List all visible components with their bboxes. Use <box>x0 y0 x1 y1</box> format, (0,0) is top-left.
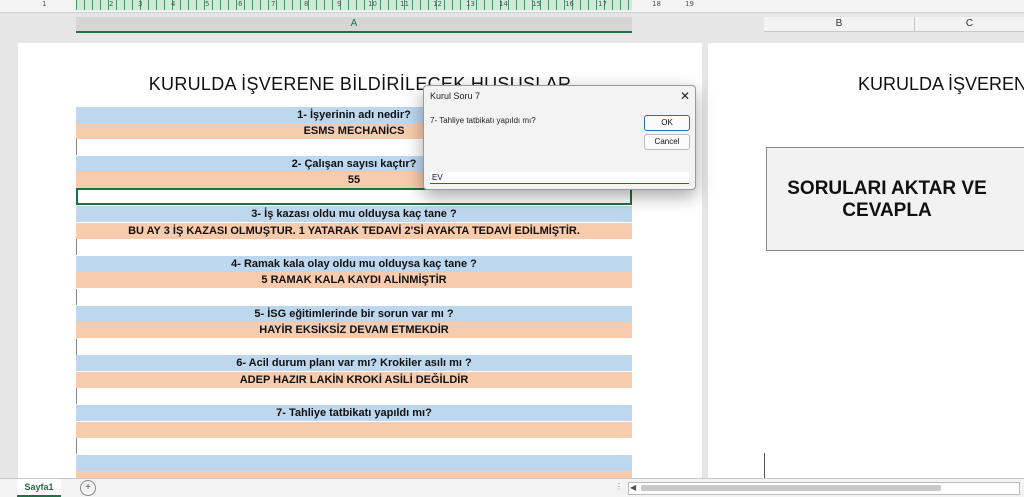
horizontal-scrollbar[interactable]: ◀ <box>628 482 1020 495</box>
question-cell[interactable]: 3- İş kazası oldu mu olduysa kaç tane ? <box>76 206 632 222</box>
ruler: 1 2 3 4 5 6 7 8 9 10 11 12 13 14 15 16 1… <box>0 0 1024 13</box>
selected-cell[interactable] <box>76 188 632 205</box>
answer-cell[interactable]: BU AY 3 İŞ KAZASI OLMUŞTUR. 1 YATARAK TE… <box>76 223 632 239</box>
ruler-number: 5 <box>205 0 210 8</box>
answer-cell[interactable]: 5 RAMAK KALA KAYDI ALİNMİŞTİR <box>76 272 632 288</box>
print-page-2: KURULDA İŞVERENE SORULARI AKTAR VE CEVAP… <box>708 43 1024 483</box>
question-cell[interactable]: 7- Tahliye tatbikatı yapıldı mı? <box>76 405 632 421</box>
dialog-prompt: 7- Tahliye tatbikatı yapıldı mı? <box>430 116 536 125</box>
ok-button[interactable]: OK <box>644 115 690 131</box>
question-cell-empty[interactable] <box>76 455 632 471</box>
ruler-number: 6 <box>238 0 243 8</box>
ruler-number: 9 <box>337 0 342 8</box>
empty-row[interactable] <box>76 239 633 255</box>
ruler-number: 13 <box>466 0 475 8</box>
ruler-number: 3 <box>138 0 143 8</box>
answer-cell[interactable]: HAYİR EKSİKSİZ DEVAM ETMEKDİR <box>76 322 632 338</box>
ruler-number: 18 <box>652 0 661 8</box>
page-margin-marker <box>764 453 765 479</box>
add-sheet-icon[interactable]: + <box>80 480 96 496</box>
answer-cell[interactable]: ADEP HAZIR LAKİN KROKİ ASİLİ DEĞİLDİR <box>76 372 632 388</box>
transfer-button-label: SORULARI AKTAR VE CEVAPLA <box>787 178 987 221</box>
input-dialog: Kurul Soru 7 ✕ 7- Tahliye tatbikatı yapı… <box>423 85 696 190</box>
ruler-number: 2 <box>109 0 114 8</box>
more-options-icon[interactable]: ⋮ <box>615 482 623 491</box>
question-cell[interactable]: 5- İSG eğitimlerinde bir sorun var mı ? <box>76 306 632 322</box>
question-cell[interactable]: 6- Acil durum planı var mı? Krokiler ası… <box>76 355 632 371</box>
ruler-number: 12 <box>433 0 442 8</box>
sheet-tab-bar: Sayfa1 + ⋮ ◀ <box>0 478 1024 497</box>
answer-input[interactable] <box>430 172 689 184</box>
ruler-number: 10 <box>368 0 377 8</box>
column-header-b[interactable]: B <box>764 17 915 31</box>
ruler-number: 14 <box>499 0 508 8</box>
ruler-number: 4 <box>171 0 176 8</box>
column-header-a[interactable]: A <box>76 17 632 33</box>
empty-row[interactable] <box>76 388 633 404</box>
ruler-margin-zone <box>76 0 632 10</box>
empty-row[interactable] <box>76 289 633 305</box>
transfer-and-answer-button[interactable]: SORULARI AKTAR VE CEVAPLA <box>766 147 1024 251</box>
close-icon[interactable]: ✕ <box>677 88 693 104</box>
ruler-number: 15 <box>532 0 541 8</box>
column-header-c[interactable]: C <box>915 17 1024 31</box>
column-header-bar: B C <box>764 17 1024 32</box>
cancel-button[interactable]: Cancel <box>644 134 690 150</box>
ruler-number: 16 <box>565 0 574 8</box>
page2-title: KURULDA İŞVERENE <box>858 74 1024 94</box>
scrollbar-thumb[interactable] <box>641 485 941 491</box>
ruler-number: 17 <box>598 0 607 8</box>
sheet-tab-sayfa1[interactable]: Sayfa1 <box>17 479 61 497</box>
ruler-number: 19 <box>685 0 694 8</box>
ruler-number: 7 <box>271 0 276 8</box>
ruler-number: 8 <box>304 0 309 8</box>
scroll-left-icon[interactable]: ◀ <box>630 483 636 492</box>
ruler-number: 11 <box>400 0 409 8</box>
answer-cell[interactable] <box>76 422 632 438</box>
question-cell[interactable]: 4- Ramak kala olay oldu mu olduysa kaç t… <box>76 256 632 272</box>
ruler-number: 1 <box>42 0 47 8</box>
empty-row[interactable] <box>76 339 633 355</box>
empty-row[interactable] <box>76 438 633 454</box>
dialog-title: Kurul Soru 7 <box>430 91 481 101</box>
